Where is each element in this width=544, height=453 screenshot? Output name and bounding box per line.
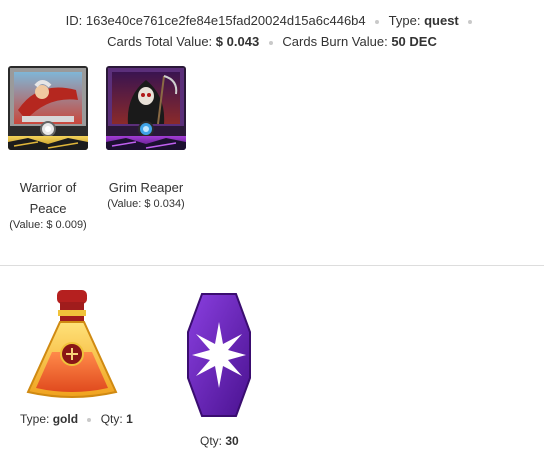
- gold-potion-icon: [26, 290, 118, 398]
- burn-value: 50 DEC: [391, 34, 437, 49]
- card-name-warrior: Warrior of Peace: [0, 177, 96, 219]
- reward-qty-value: 1: [126, 412, 133, 426]
- type-label: Type:: [388, 13, 421, 28]
- card-value-warrior: (Value: $ 0.009): [9, 219, 87, 231]
- section-divider: [0, 265, 544, 266]
- reward-qty-value: 30: [225, 434, 239, 448]
- reward-type-value: gold: [52, 412, 79, 426]
- separator-dot: [268, 40, 273, 45]
- header-row-1: ID: 163e40ce761ce2fe84e15fad20024d15a6c4…: [0, 10, 544, 31]
- separator-dot: [87, 417, 92, 422]
- card-name-line1: Warrior of: [19, 180, 77, 195]
- reward-qty-label: Qty:: [200, 434, 223, 448]
- warrior-card-art: [8, 66, 88, 150]
- card-warrior-of-peace[interactable]: [8, 66, 88, 150]
- id-value: 163e40ce761ce2fe84e15fad20024d15a6c446b4: [85, 13, 366, 28]
- id-label: ID:: [65, 13, 83, 28]
- reward-type-label: Type:: [20, 412, 50, 426]
- reward-qty-label: Qty:: [100, 412, 123, 426]
- separator-dot: [375, 19, 380, 24]
- separator-dot: [468, 19, 473, 24]
- card-grim-reaper[interactable]: [106, 66, 186, 150]
- type-value: quest: [424, 13, 459, 28]
- card-name-line2: Peace: [29, 201, 67, 216]
- card-value-reaper: (Value: $ 0.034): [107, 198, 185, 210]
- reaper-card-art: [106, 66, 186, 150]
- header-row-2: Cards Total Value: $ 0.043 Cards Burn Va…: [0, 31, 544, 52]
- purple-crystal-icon: [187, 293, 251, 417]
- card-name-reaper: Grim Reaper: [108, 180, 184, 195]
- reward-gold-label: Type: gold Qty: 1: [20, 412, 133, 426]
- total-value-label: Cards Total Value:: [107, 34, 213, 49]
- burn-value-label: Cards Burn Value:: [282, 34, 388, 49]
- total-value: $ 0.043: [215, 34, 260, 49]
- reward-crystal-label: Qty: 30: [200, 434, 239, 448]
- pack-header: ID: 163e40ce761ce2fe84e15fad20024d15a6c4…: [0, 10, 544, 52]
